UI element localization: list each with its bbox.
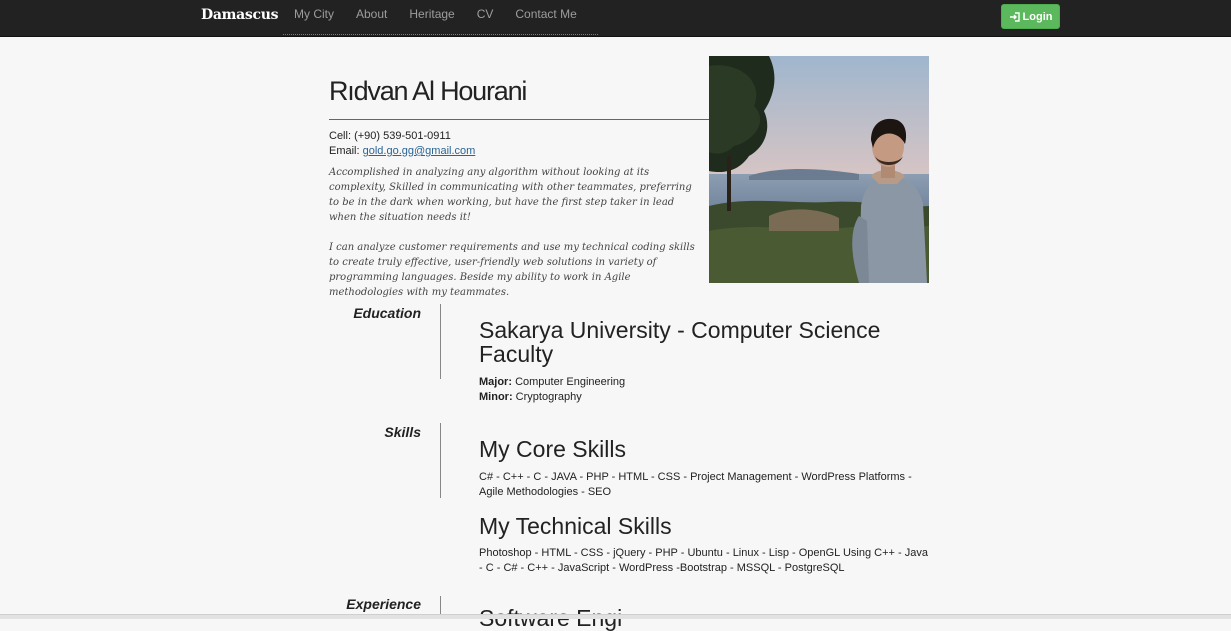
cell-value: (+90) 539-501-0911 <box>354 130 451 142</box>
section-title-education: Education <box>353 305 421 321</box>
sign-in-icon <box>1009 11 1020 22</box>
bio: Accomplished in analyzing any algorithm … <box>329 165 704 315</box>
minor-label: Minor: <box>479 391 513 403</box>
nav-link-heritage[interactable]: Heritage <box>398 0 465 34</box>
top-navbar: Damascus My City About Heritage CV Conta… <box>0 0 1231 37</box>
section-title-experience: Experience <box>346 596 421 612</box>
bio-paragraph-1: Accomplished in analyzing any algorithm … <box>329 167 692 223</box>
nav-link-cv[interactable]: CV <box>466 0 505 34</box>
education-school: Sakarya University - Computer Science Fa… <box>479 317 881 367</box>
nav-link-my-city[interactable]: My City <box>283 0 345 34</box>
bio-paragraph-2: I can analyze customer requirements and … <box>329 242 695 298</box>
nav-link-about[interactable]: About <box>345 0 398 34</box>
major-label: Major: <box>479 376 512 388</box>
profile-name: Rıdvan Al Hourani <box>329 76 527 106</box>
email-line: Email: gold.go.gg@gmail.com <box>329 144 475 159</box>
minor-line: Minor: Cryptography <box>479 390 929 405</box>
core-skills-list: C# - C++ - C - JAVA - PHP - HTML - CSS -… <box>479 471 912 498</box>
technical-skills-list: Photoshop - HTML - CSS - jQuery - PHP - … <box>479 547 928 574</box>
nav-links: My City About Heritage CV Contact Me <box>283 0 598 35</box>
email-label: Email: <box>329 145 360 157</box>
contact-info: Cell: (+90) 539-501-0911 Email: gold.go.… <box>329 129 475 159</box>
login-label: Login <box>1022 10 1053 23</box>
education-details: Major: Computer Engineering Minor: Crypt… <box>479 375 929 405</box>
skills-divider <box>440 423 441 498</box>
core-skills-title: My Core Skills <box>479 436 626 462</box>
major-line: Major: Computer Engineering <box>479 375 929 390</box>
minor-value: Cryptography <box>515 391 582 403</box>
education-divider <box>440 304 441 379</box>
major-value: Computer Engineering <box>515 376 626 388</box>
cell-line: Cell: (+90) 539-501-0911 <box>329 129 475 144</box>
login-button[interactable]: Login <box>1001 4 1060 29</box>
section-title-skills: Skills <box>384 424 421 440</box>
profile-photo <box>709 56 929 283</box>
nav-link-contact-me[interactable]: Contact Me <box>504 0 587 34</box>
brand-logo[interactable]: Damascus <box>201 7 278 23</box>
email-link[interactable]: gold.go.gg@gmail.com <box>363 145 476 157</box>
technical-skills-title: My Technical Skills <box>479 513 672 539</box>
cell-label: Cell: <box>329 130 352 142</box>
name-divider <box>329 119 709 120</box>
horizontal-scrollbar[interactable] <box>0 614 1231 619</box>
